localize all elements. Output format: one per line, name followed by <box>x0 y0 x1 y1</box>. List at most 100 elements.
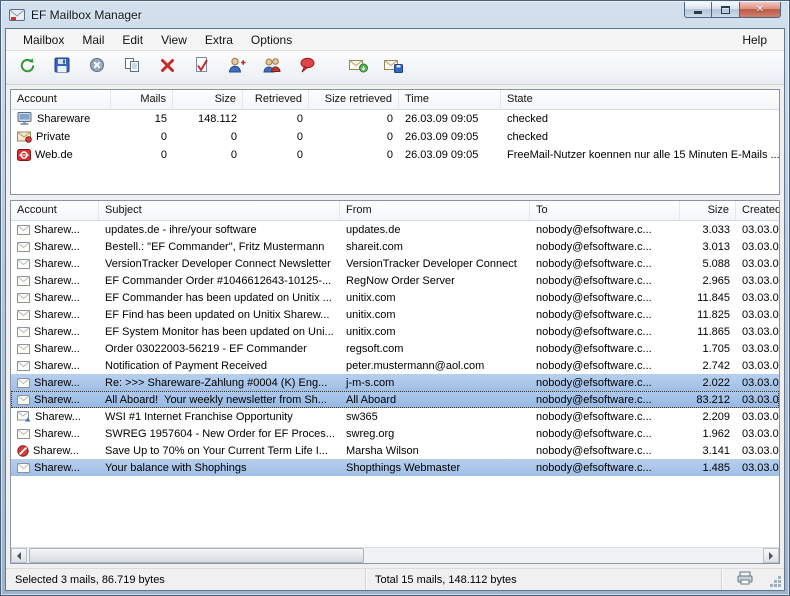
mail-row[interactable]: Sharew...EF System Monitor has been upda… <box>11 323 779 340</box>
refresh-button[interactable] <box>14 55 40 81</box>
mails-column-from[interactable]: From <box>340 201 530 221</box>
copy-button[interactable] <box>119 55 145 81</box>
mail-row[interactable]: Sharew...Re: >>> Shareware-Zahlung #0004… <box>11 374 779 391</box>
mail-note-icon <box>17 411 31 422</box>
mails-cell: 0 <box>111 146 173 164</box>
accounts-column-retrieved[interactable]: Retrieved <box>243 90 309 110</box>
mail-row[interactable]: Sharew... SWREG 1957604 - New Order for E… <box>11 425 779 442</box>
menu-item-mail[interactable]: Mail <box>73 30 113 50</box>
copy-icon <box>124 57 140 78</box>
size-retrieved-cell: 0 <box>309 128 399 146</box>
stop-button[interactable] <box>84 55 110 81</box>
horizontal-scrollbar[interactable] <box>11 547 779 563</box>
created-cell: 03.03.09 <box>736 425 779 442</box>
mail-account-cell: Sharew... <box>11 408 99 425</box>
scroll-right-button[interactable] <box>763 548 779 563</box>
mail-row[interactable]: Sharew...updates.de - ihre/your software… <box>11 221 779 238</box>
created-cell: 03.03.09 <box>736 374 779 391</box>
subject-cell: SWREG 1957604 - New Order for EF Proces.… <box>99 425 340 442</box>
accounts-column-state[interactable]: State <box>501 90 779 110</box>
account-row[interactable]: Private000026.03.09 09:05checked <box>11 128 779 146</box>
accounts-column-size-retrieved[interactable]: Size retrieved <box>309 90 399 110</box>
scroll-track[interactable] <box>27 548 763 563</box>
to-cell: nobody@efsoftware.c... <box>530 255 680 272</box>
status-selected-pane: Selected 3 mails, 86.719 bytes <box>6 569 366 590</box>
check-mail-button[interactable] <box>189 55 215 81</box>
accounts-column-account[interactable]: Account <box>11 90 111 110</box>
maximize-button[interactable] <box>712 2 739 18</box>
size-cell: 2.209 <box>680 408 736 425</box>
mail-row[interactable]: Sharew...EF Commander has been updated o… <box>11 289 779 306</box>
mail-row[interactable]: Sharew...WSI #1 Internet Franchise Oppor… <box>11 408 779 425</box>
state-cell: FreeMail-Nutzer koennen nur alle 15 Minu… <box>501 146 779 164</box>
status-selected-text: Selected 3 mails, 86.719 bytes <box>15 574 165 586</box>
content-area: AccountMailsSizeRetrievedSize retrievedT… <box>6 85 784 568</box>
from-cell: peter.mustermann@aol.com <box>340 357 530 374</box>
mail-row[interactable]: Sharew...Order 03022003-56219 - EF Comma… <box>11 340 779 357</box>
mails-column-subject[interactable]: Subject <box>99 201 340 221</box>
title-bar[interactable]: EF Mailbox Manager <box>5 1 785 28</box>
accounts-rows: Shareware15148.1120026.03.09 09:05checke… <box>11 110 779 194</box>
mail-row[interactable]: Sharew...Notification of Payment Receive… <box>11 357 779 374</box>
to-cell: nobody@efsoftware.c... <box>530 306 680 323</box>
account-row[interactable]: Shareware15148.1120026.03.09 09:05checke… <box>11 110 779 128</box>
scroll-left-icon <box>17 552 21 560</box>
save-mail-button[interactable] <box>380 55 406 81</box>
mail-icon <box>17 327 30 337</box>
menu-item-extra[interactable]: Extra <box>196 30 242 50</box>
printer-icon <box>737 571 753 588</box>
accounts-column-size[interactable]: Size <box>173 90 243 110</box>
menu-item-options[interactable]: Options <box>242 30 301 50</box>
mails-column-size[interactable]: Size <box>680 201 736 221</box>
mail-row[interactable]: Sharew...Save Up to 70% on Your Current … <box>11 442 779 459</box>
mail-row[interactable]: Sharew...All Aboard! Your weekly newslet… <box>11 391 779 408</box>
mails-column-to[interactable]: To <box>530 201 680 221</box>
size-retrieved-cell: 0 <box>309 110 399 128</box>
to-cell: nobody@efsoftware.c... <box>530 289 680 306</box>
scroll-left-button[interactable] <box>11 548 27 563</box>
save-button[interactable] <box>49 55 75 81</box>
accounts-column-time[interactable]: Time <box>399 90 501 110</box>
mail-row[interactable]: Sharew...Your balance with ShophingsShop… <box>11 459 779 476</box>
mail-icon <box>17 361 30 371</box>
resize-grip[interactable] <box>768 575 784 590</box>
size-cell: 0 <box>173 146 243 164</box>
created-cell: 03.03.09 <box>736 238 779 255</box>
get-mail-button[interactable] <box>345 55 371 81</box>
mail-account-cell: Sharew... <box>11 459 99 476</box>
about-balloon-button[interactable] <box>294 55 320 81</box>
mails-column-account[interactable]: Account <box>11 201 99 221</box>
retrieved-cell: 0 <box>243 110 309 128</box>
menu-item-help[interactable]: Help <box>733 30 776 50</box>
mails-column-created[interactable]: Created <box>736 201 779 221</box>
accounts-button[interactable] <box>259 55 285 81</box>
mail-icon <box>17 344 30 354</box>
menu-item-view[interactable]: View <box>152 30 196 50</box>
minimize-button[interactable] <box>684 2 712 18</box>
mail-row[interactable]: Sharew...Bestell.: "EF Commander", Fritz… <box>11 238 779 255</box>
mail-account: Sharew... <box>34 428 80 440</box>
mail-row[interactable]: Sharew...VersionTracker Developer Connec… <box>11 255 779 272</box>
from-cell: unitix.com <box>340 323 530 340</box>
delete-button[interactable] <box>154 55 180 81</box>
menu-item-mailbox[interactable]: Mailbox <box>14 30 73 50</box>
mail-row[interactable]: Sharew...EF Find has been updated on Uni… <box>11 306 779 323</box>
accounts-header: AccountMailsSizeRetrievedSize retrievedT… <box>11 90 779 110</box>
minimize-icon <box>694 11 702 14</box>
mail-icon <box>17 395 30 405</box>
created-cell: 03.03.09 <box>736 221 779 238</box>
mail-account: Sharew... <box>34 377 80 389</box>
scroll-thumb[interactable] <box>29 548 364 563</box>
account-row[interactable]: Web.de000026.03.09 09:05FreeMail-Nutzer … <box>11 146 779 164</box>
created-cell: 03.03.09 <box>736 340 779 357</box>
created-cell: 03.03.09 <box>736 442 779 459</box>
accounts-column-mails[interactable]: Mails <box>111 90 173 110</box>
subject-cell: All Aboard! Your weekly newsletter from … <box>99 391 340 408</box>
close-button[interactable]: ✕ <box>739 2 781 18</box>
add-account-button[interactable] <box>224 55 250 81</box>
mail-row[interactable]: Sharew...EF Commander Order #1046612643-… <box>11 272 779 289</box>
window-title: EF Mailbox Manager <box>31 8 142 22</box>
mail-account: Sharew... <box>34 292 80 304</box>
retrieved-cell: 0 <box>243 146 309 164</box>
menu-item-edit[interactable]: Edit <box>113 30 152 50</box>
